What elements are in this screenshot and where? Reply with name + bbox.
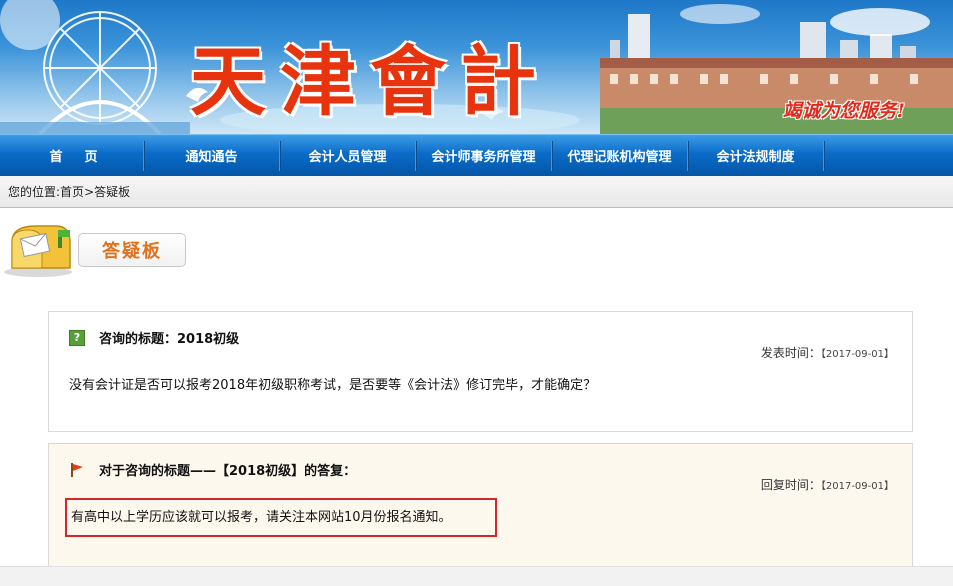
question-icon: ? (69, 329, 85, 346)
question-time-label: 发表时间： (760, 346, 821, 360)
nav-item-regulations[interactable]: 会计法规制度 (688, 140, 824, 171)
question-time: 发表时间：【2017-09-01】 (761, 344, 894, 361)
main-nav: 首页 通知通告 会计人员管理 会计师事务所管理 代理记账机构管理 会计法规制度 (0, 134, 953, 176)
question-body: 没有会计证是否可以报考2018年初级职称考试，是否要等《会计法》修订完毕，才能确… (69, 378, 597, 393)
answer-title: 对于咨询的标题——【2018初级】的答复： (99, 464, 357, 479)
nav-item-home[interactable]: 首页 (4, 140, 144, 171)
banner-slogan: 竭诚为您服务! (782, 100, 905, 122)
nav-item-agency-management[interactable]: 代理记账机构管理 (552, 140, 688, 171)
answer-time-label: 回复时间： (760, 478, 821, 492)
nav-item-notices[interactable]: 通知通告 (144, 140, 280, 171)
section-header: 答疑板 (0, 208, 953, 298)
breadcrumb-prefix: 您的位置: (8, 185, 61, 199)
nav-item-accountant-management[interactable]: 会计人员管理 (280, 140, 416, 171)
site-logo: 天津會計 (190, 37, 550, 126)
breadcrumb: 您的位置: 首页 > 答疑板 (0, 176, 953, 208)
question-time-value: 【2017-09-01】 (820, 349, 894, 360)
mailbox-icon (4, 225, 72, 277)
breadcrumb-current: 答疑板 (94, 185, 131, 199)
answer-time-value: 【2017-09-01】 (820, 481, 894, 492)
question-title: 咨询的标题：2018初级 (99, 332, 240, 347)
footer-strip (0, 566, 953, 586)
breadcrumb-separator: > (84, 184, 95, 199)
flag-icon (71, 462, 83, 477)
question-card: ? 咨询的标题：2018初级 发表时间：【2017-09-01】 没有会计证是否… (48, 311, 913, 432)
nav-item-firm-management[interactable]: 会计师事务所管理 (416, 140, 552, 171)
answer-card: 对于咨询的标题——【2018初级】的答复： 回复时间：【2017-09-01】 … (48, 443, 913, 586)
answer-time: 回复时间：【2017-09-01】 (761, 476, 894, 493)
breadcrumb-home-link[interactable]: 首页 (60, 183, 84, 200)
header-banner: 天津會計 竭诚为您服务! (0, 0, 953, 134)
answer-body: 有高中以上学历应该就可以报考，请关注本网站10月份报名通知。 (65, 498, 497, 537)
section-title: 答疑板 (78, 233, 186, 267)
